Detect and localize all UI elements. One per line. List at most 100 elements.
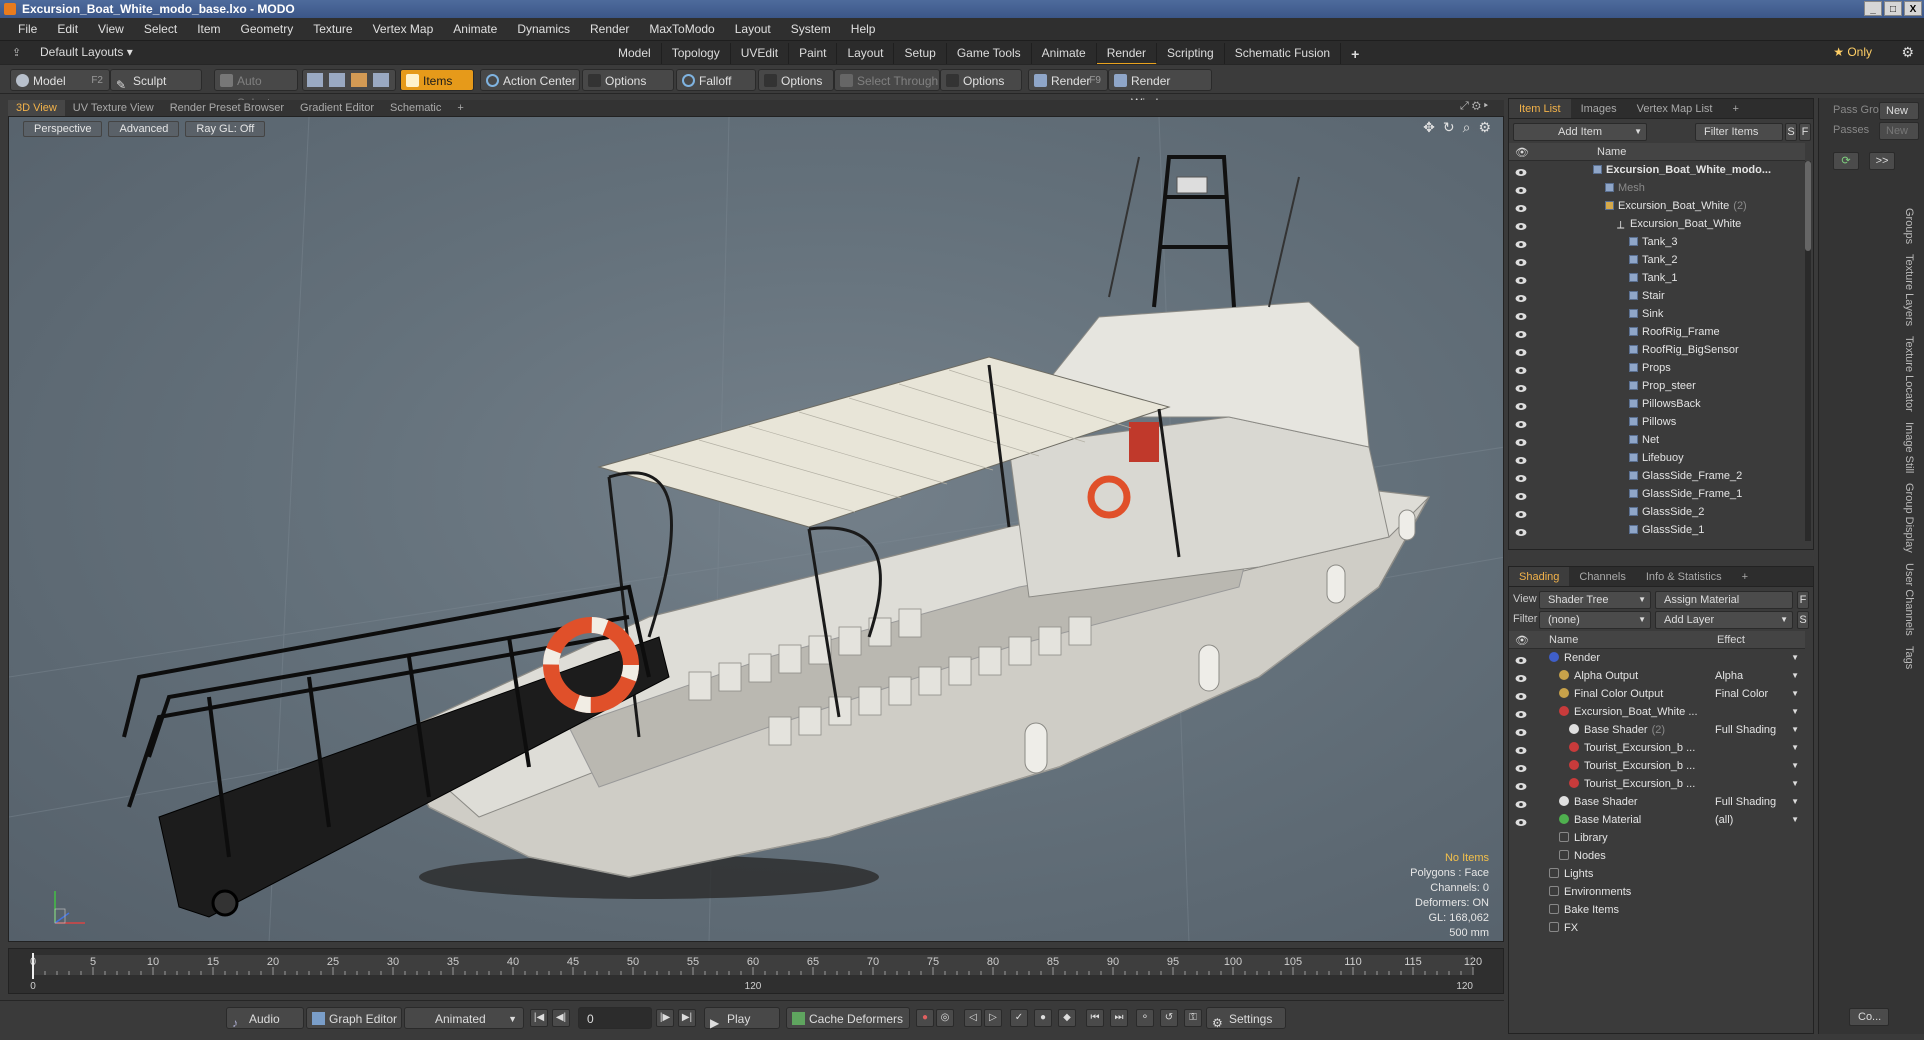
shader-row[interactable]: Base Shader (2) Full Shading ▼ (1509, 721, 1805, 739)
s-button[interactable]: S (1797, 611, 1809, 629)
visibility-eye-icon[interactable] (1515, 381, 1527, 392)
menu-item-geometry[interactable]: Geometry (231, 22, 304, 36)
visibility-eye-icon[interactable] (1515, 489, 1527, 500)
timeline-ruler[interactable]: 0 5 10 15 20 25 30 35 40 45 50 55 60 65 70 75 80 85 90 95 10… (9, 949, 1505, 995)
layout-tab-topology[interactable]: Topology (662, 43, 731, 65)
layout-tab-schematic-fusion[interactable]: Schematic Fusion (1225, 43, 1342, 65)
menu-item-view[interactable]: View (88, 22, 134, 36)
visibility-eye-icon[interactable] (1515, 815, 1527, 826)
new-pass-button[interactable]: New (1879, 122, 1919, 140)
visibility-eye-icon[interactable] (1515, 743, 1527, 754)
item-row[interactable]: ⟂ Excursion_Boat_White (1509, 215, 1805, 233)
side-tab-texture-locator[interactable]: Texture Locator (1903, 336, 1915, 412)
layout-tab-render[interactable]: Render (1096, 43, 1158, 65)
item-row[interactable]: GlassSide_Frame_1 (1509, 485, 1805, 503)
panel-tab-item-list[interactable]: Item List (1509, 99, 1571, 118)
viewport-tab-3d-view[interactable]: 3D View (8, 100, 65, 116)
falloff-button[interactable]: Falloff (676, 69, 756, 91)
chevron-down-icon[interactable]: ▼ (1791, 775, 1799, 793)
effect-value[interactable]: (all) (1715, 811, 1801, 829)
side-tab-group-display[interactable]: Group Display (1903, 483, 1915, 553)
item-row[interactable]: RoofRig_Frame (1509, 323, 1805, 341)
layout-tab-layout[interactable]: Layout (837, 43, 895, 65)
menu-item-texture[interactable]: Texture (303, 22, 362, 36)
material-mode-icon[interactable] (373, 73, 389, 87)
cache-deformers-button[interactable]: Cache Deformers (786, 1007, 910, 1029)
side-tab-image-still[interactable]: Image Still (1903, 422, 1915, 473)
menu-item-edit[interactable]: Edit (47, 22, 88, 36)
effect-column[interactable]: Effect (1717, 634, 1745, 646)
chevron-down-icon[interactable]: ▼ (1791, 685, 1799, 703)
go-to-end-icon[interactable]: ▶| (678, 1009, 696, 1027)
item-row[interactable]: Mesh (1509, 179, 1805, 197)
shader-row[interactable]: Final Color Output Final Color ▼ (1509, 685, 1805, 703)
item-row[interactable]: Net (1509, 431, 1805, 449)
side-tab-texture-layers[interactable]: Texture Layers (1903, 254, 1915, 326)
add-layout-tab-button[interactable]: + (1341, 43, 1369, 65)
visibility-eye-icon[interactable] (1515, 525, 1527, 536)
item-row[interactable]: RoofRig_BigSensor (1509, 341, 1805, 359)
go-to-start-icon[interactable]: |◀ (530, 1009, 548, 1027)
menu-item-item[interactable]: Item (187, 22, 230, 36)
visibility-eye-icon[interactable] (1515, 725, 1527, 736)
timeline[interactable]: 0 5 10 15 20 25 30 35 40 45 50 55 60 65 70 75 80 85 90 95 10… (8, 948, 1504, 994)
layout-tab-model[interactable]: Model (608, 43, 662, 65)
close-button[interactable]: X (1904, 1, 1922, 16)
add-layer-dropdown[interactable]: Add Layer ▼ (1655, 611, 1793, 629)
shader-row[interactable]: Environments (1509, 883, 1805, 901)
gear-icon[interactable]: ⚙ (1901, 44, 1914, 61)
menu-item-render[interactable]: Render (580, 22, 639, 36)
layout-tab-paint[interactable]: Paint (789, 43, 838, 65)
shader-row[interactable]: Tourist_Excursion_b ... ▼ (1509, 775, 1805, 793)
key-prev-icon[interactable]: ◁ (964, 1009, 982, 1027)
visibility-eye-icon[interactable] (1515, 255, 1527, 266)
select-through-options-button[interactable]: Options (940, 69, 1022, 91)
visibility-eye-icon[interactable] (1515, 363, 1527, 374)
visibility-eye-icon[interactable] (1515, 435, 1527, 446)
visibility-eye-icon[interactable] (1515, 291, 1527, 302)
menu-item-layout[interactable]: Layout (725, 22, 781, 36)
side-tab-groups[interactable]: Groups (1903, 208, 1915, 244)
item-row[interactable]: Prop_steer (1509, 377, 1805, 395)
visibility-eye-icon[interactable] (1515, 327, 1527, 338)
layout-tab-uvedit[interactable]: UVEdit (731, 43, 790, 65)
item-row[interactable]: Excursion_Boat_White (2) (1509, 197, 1805, 215)
viewport-tab-uv-texture-view[interactable]: UV Texture View (65, 100, 162, 116)
chevron-down-icon[interactable]: ▼ (1791, 667, 1799, 685)
name-column[interactable]: Name (1597, 146, 1626, 158)
visibility-eye-icon[interactable] (1515, 183, 1527, 194)
key-first-icon[interactable]: ⏮ (1086, 1009, 1104, 1027)
menu-item-file[interactable]: File (8, 22, 47, 36)
visibility-eye-icon[interactable] (1515, 219, 1527, 230)
menu-item-animate[interactable]: Animate (443, 22, 507, 36)
chevron-down-icon[interactable]: ▼ (1791, 757, 1799, 775)
shader-row[interactable]: Lights (1509, 865, 1805, 883)
item-row[interactable]: Excursion_Boat_White_modo... (1509, 161, 1805, 179)
new-pass-group-button[interactable]: New (1879, 102, 1919, 120)
item-row[interactable]: Lifebuoy (1509, 449, 1805, 467)
co-button[interactable]: Co... (1849, 1008, 1889, 1026)
add-viewport-tab-button[interactable]: + (449, 100, 471, 116)
visibility-eye-icon[interactable] (1515, 507, 1527, 518)
key-alt-icon[interactable]: ◆ (1058, 1009, 1076, 1027)
visibility-eye-icon[interactable] (1515, 345, 1527, 356)
menu-item-maxtomodo[interactable]: MaxToModo (639, 22, 724, 36)
chevron-down-icon[interactable]: ▼ (1791, 649, 1799, 667)
prev-key-icon[interactable]: ◀| (552, 1009, 570, 1027)
shader-row[interactable]: Bake Items (1509, 901, 1805, 919)
item-row[interactable]: Tank_3 (1509, 233, 1805, 251)
sculpt-button[interactable]: ✎ Sculpt (110, 69, 202, 92)
add-item-dropdown[interactable]: Add Item ▼ (1513, 123, 1647, 141)
key-last-icon[interactable]: ⏭ (1110, 1009, 1128, 1027)
add-panel-tab-button[interactable]: + (1722, 99, 1748, 118)
falloff-options-button[interactable]: Options (758, 69, 834, 91)
animated-dropdown[interactable]: Animated ▼ (404, 1007, 524, 1029)
next-key-icon[interactable]: |▶ (656, 1009, 674, 1027)
settings-button[interactable]: ⚙ Settings (1206, 1007, 1286, 1030)
action-center-button[interactable]: Action Center (480, 69, 580, 91)
shader-row[interactable]: Base Material (all) ▼ (1509, 811, 1805, 829)
record-icon[interactable]: ● (916, 1009, 934, 1027)
item-row[interactable]: PillowsBack (1509, 395, 1805, 413)
layout-selector[interactable]: Default Layouts ▾ (40, 45, 133, 59)
shader-row[interactable]: Alpha Output Alpha ▼ (1509, 667, 1805, 685)
